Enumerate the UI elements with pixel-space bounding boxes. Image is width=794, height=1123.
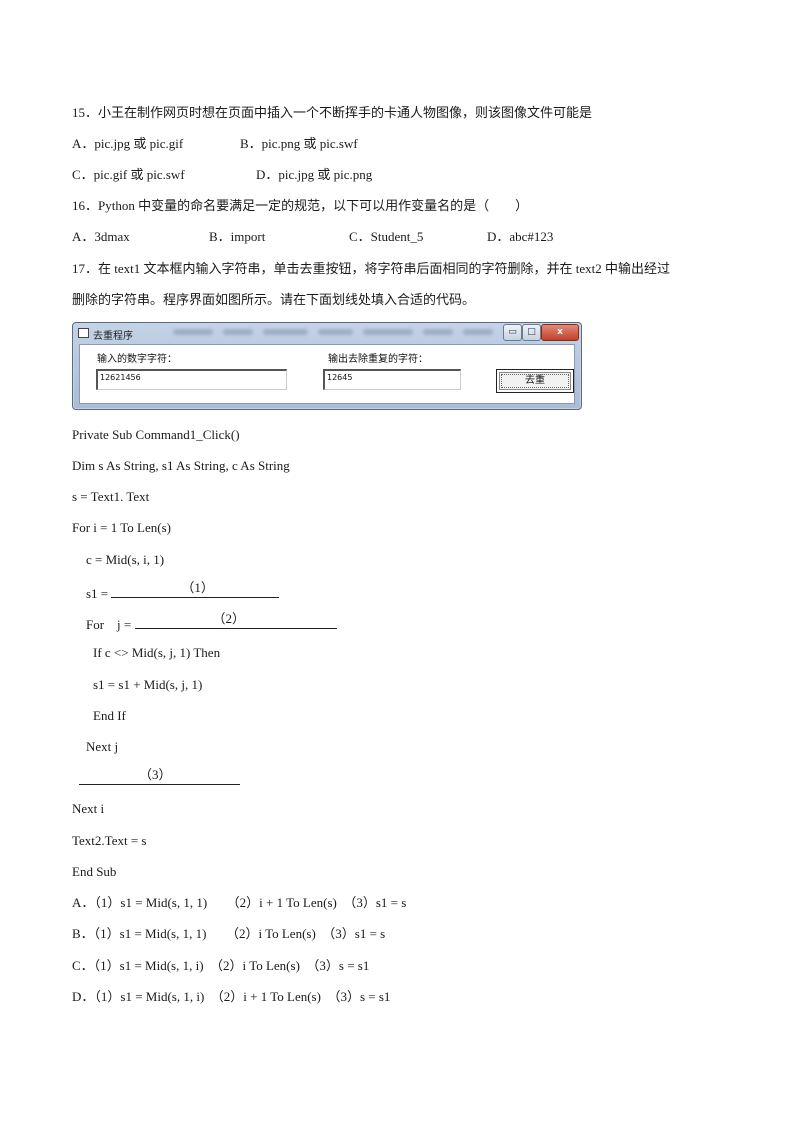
- code-line: End Sub: [72, 864, 117, 879]
- q17-stem-line1: 17．在 text1 文本框内输入字符串，单击去重按钮，将字符串后面相同的字符删…: [72, 261, 670, 276]
- code-prefix: For j =: [86, 617, 135, 632]
- q16-option-d: D．abc#123: [487, 229, 554, 244]
- code-line: s1 = s1 + Mid(s, j, 1): [93, 677, 203, 692]
- blank-3[interactable]: （3）: [79, 767, 240, 785]
- code-line: For i = 1 To Len(s): [72, 520, 171, 535]
- blurred-taskbar-item: [423, 329, 453, 335]
- q16-option-b: B．import: [209, 229, 266, 244]
- code-line: If c <> Mid(s, j, 1) Then: [93, 645, 221, 660]
- code-line: Private Sub Command1_Click(): [72, 427, 240, 442]
- blank-2-label: （2）: [212, 611, 246, 626]
- close-button[interactable]: x: [541, 324, 579, 341]
- blank-1[interactable]: （1）: [111, 580, 280, 598]
- window-titlebar: 去重程序 ▭ □ x: [73, 323, 581, 343]
- blurred-taskbar-item: [173, 329, 213, 335]
- output-label: 输出去除重复的字符：: [328, 354, 428, 365]
- code-line-blank3: （3）: [79, 767, 240, 789]
- maximize-icon: □: [527, 327, 536, 337]
- blurred-taskbar-item: [363, 329, 413, 335]
- code-line: End If: [93, 708, 126, 723]
- code-line: Dim s As String, s1 As String, c As Stri…: [72, 458, 290, 473]
- minimize-icon: ▭: [508, 327, 517, 337]
- close-icon: x: [557, 327, 563, 337]
- program-window: 去重程序 ▭ □ x 输入的数字字符： 12621456 输出去除重复的字符： …: [72, 322, 582, 410]
- window-title: 去重程序: [93, 331, 133, 342]
- blurred-taskbar-item: [223, 329, 253, 335]
- text1-input[interactable]: 12621456: [96, 369, 287, 390]
- q17-option-a: A．（1）s1 = Mid(s, 1, 1) （2）i + 1 To Len(s…: [72, 895, 407, 910]
- code-line: Text2.Text = s: [72, 833, 147, 848]
- code-line: c = Mid(s, i, 1): [86, 552, 165, 567]
- blurred-taskbar-item: [463, 329, 493, 335]
- code-line: s = Text1. Text: [72, 489, 150, 504]
- q17-option-c: C．（1）s1 = Mid(s, 1, i) （2）i To Len(s) （3…: [72, 958, 370, 973]
- q16-option-c: C．Student_5: [349, 229, 424, 244]
- code-line-blank1: s1 = （1）: [86, 580, 280, 602]
- q15-option-c: C．pic.gif 或 pic.swf: [72, 167, 185, 182]
- blurred-taskbar-item: [318, 329, 353, 335]
- q15-stem: 15．小王在制作网页时想在页面中插入一个不断挥手的卡通人物图像，则该图像文件可能…: [72, 105, 593, 120]
- window-client-area: 输入的数字字符： 12621456 输出去除重复的字符： 12645 去重: [79, 344, 575, 404]
- blank-2[interactable]: （2）: [134, 611, 337, 629]
- q16-stem: 16．Python 中变量的命名要满足一定的规范，以下可以用作变量名的是（ ）: [72, 198, 529, 213]
- dedupe-button[interactable]: 去重: [496, 369, 574, 393]
- code-line: Next j: [86, 739, 119, 754]
- maximize-button[interactable]: □: [522, 324, 541, 341]
- blank-3-label: （3）: [139, 767, 172, 782]
- q17-option-d: D．（1）s1 = Mid(s, 1, i) （2）i + 1 To Len(s…: [72, 989, 391, 1004]
- minimize-button[interactable]: ▭: [503, 324, 522, 341]
- q15-option-b: B．pic.png 或 pic.swf: [240, 136, 358, 151]
- q15-option-d: D．pic.jpg 或 pic.png: [256, 167, 373, 182]
- code-prefix: s1 =: [86, 586, 112, 601]
- q15-option-a: A．pic.jpg 或 pic.gif: [72, 136, 184, 151]
- input-label: 输入的数字字符：: [97, 354, 177, 365]
- blurred-taskbar-item: [263, 329, 308, 335]
- q17-stem-line2: 删除的字符串。程序界面如图所示。请在下面划线处填入合适的代码。: [72, 292, 476, 307]
- code-line: Next i: [72, 801, 105, 816]
- q17-option-b: B．（1）s1 = Mid(s, 1, 1) （2）i To Len(s) （3…: [72, 926, 386, 941]
- text2-output[interactable]: 12645: [323, 369, 461, 390]
- code-line-blank2: For j = （2）: [86, 611, 337, 633]
- app-icon: [78, 328, 89, 338]
- blank-1-label: （1）: [181, 580, 214, 595]
- q16-option-a: A．3dmax: [72, 229, 130, 244]
